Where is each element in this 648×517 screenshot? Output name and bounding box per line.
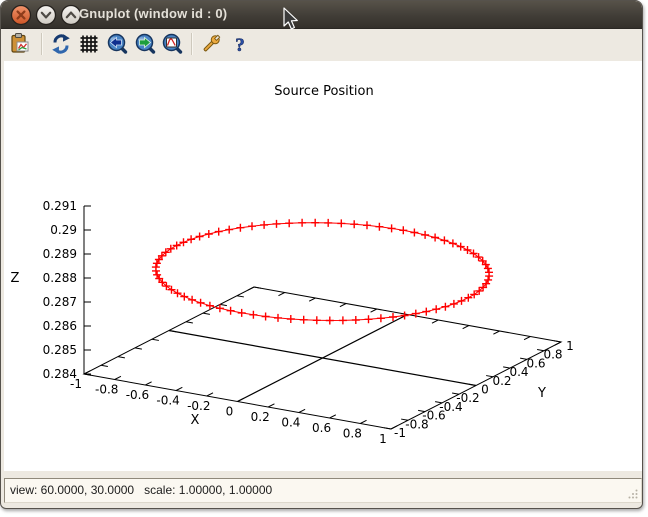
zoom-next-button[interactable] (132, 31, 158, 57)
toolbar: ? (1, 29, 642, 61)
replot-icon (49, 32, 73, 56)
zoom-next-icon (133, 32, 157, 56)
tick-labels: -1-0.8-0.6-0.4-0.200.20.40.60.81-1-0.8-0… (43, 199, 574, 446)
unzoom-icon (160, 32, 184, 56)
svg-text:-0.2: -0.2 (456, 391, 479, 405)
maximize-button[interactable] (62, 6, 81, 25)
svg-text:0.285: 0.285 (43, 343, 77, 357)
close-button[interactable] (12, 6, 31, 25)
svg-text:Y: Y (537, 386, 546, 401)
svg-text:Source Position: Source Position (274, 84, 373, 99)
svg-text:0.8: 0.8 (543, 348, 562, 362)
gnuplot-window: Gnuplot (window id : 0) (0, 0, 643, 509)
svg-text:?: ? (235, 35, 245, 56)
toolbar-separator (41, 33, 43, 55)
chart-title: Source Position (274, 84, 373, 99)
svg-text:0.8: 0.8 (343, 427, 362, 441)
grid-icon (77, 32, 101, 56)
desktop: { "titlebar": { "title": "Gnuplot (windo… (0, 0, 648, 517)
window-controls (7, 3, 87, 27)
svg-text:0.6: 0.6 (312, 421, 331, 435)
svg-text:0: 0 (226, 405, 234, 419)
svg-text:0.29: 0.29 (50, 223, 77, 237)
zero-axes (169, 315, 476, 402)
svg-text:0.291: 0.291 (43, 199, 77, 213)
clipboard-icon (8, 32, 32, 56)
toggle-grid-button[interactable] (76, 31, 102, 57)
statusbar: view: 60.0000, 30.0000 scale: 1.00000, 1… (4, 478, 642, 503)
svg-text:0.289: 0.289 (43, 247, 77, 261)
window-title: Gnuplot (window id : 0) (79, 6, 227, 21)
zoom-previous-button[interactable] (104, 31, 130, 57)
copy-to-clipboard-button[interactable] (7, 31, 33, 57)
svg-text:0.287: 0.287 (43, 295, 77, 309)
svg-text:0.288: 0.288 (43, 271, 77, 285)
help-icon: ? (228, 32, 252, 56)
svg-text:-0.2: -0.2 (187, 399, 210, 413)
svg-text:1: 1 (379, 432, 387, 446)
svg-text:1: 1 (566, 339, 574, 353)
wrench-icon (199, 32, 223, 56)
minimize-button[interactable] (37, 6, 56, 25)
plot-area[interactable]: Source Position-1-0.8-0.6-0.4-0.200.20.4… (4, 61, 642, 471)
replot-button[interactable] (48, 31, 74, 57)
toolbar-separator (191, 33, 193, 55)
series-source-position (152, 219, 493, 325)
resize-grip[interactable] (627, 488, 639, 500)
svg-text:-1: -1 (394, 426, 406, 440)
svg-text:0: 0 (481, 383, 489, 397)
svg-text:0.286: 0.286 (43, 319, 77, 333)
svg-text:0.284: 0.284 (43, 367, 77, 381)
svg-text:-0.4: -0.4 (156, 394, 179, 408)
svg-text:-0.8: -0.8 (95, 383, 118, 397)
svg-text:-0.6: -0.6 (126, 388, 149, 402)
view-scale-readout: view: 60.0000, 30.0000 scale: 1.00000, 1… (10, 483, 272, 497)
svg-text:0.2: 0.2 (251, 410, 270, 424)
settings-button[interactable] (198, 31, 224, 57)
unzoom-button[interactable] (159, 31, 185, 57)
plot-canvas[interactable]: Source Position-1-0.8-0.6-0.4-0.200.20.4… (4, 61, 642, 471)
help-button[interactable]: ? (227, 31, 253, 57)
svg-text:0.4: 0.4 (281, 416, 300, 430)
svg-text:X: X (191, 413, 200, 428)
svg-text:Z: Z (11, 271, 20, 286)
zoom-previous-icon (105, 32, 129, 56)
titlebar[interactable]: Gnuplot (window id : 0) (1, 1, 642, 29)
